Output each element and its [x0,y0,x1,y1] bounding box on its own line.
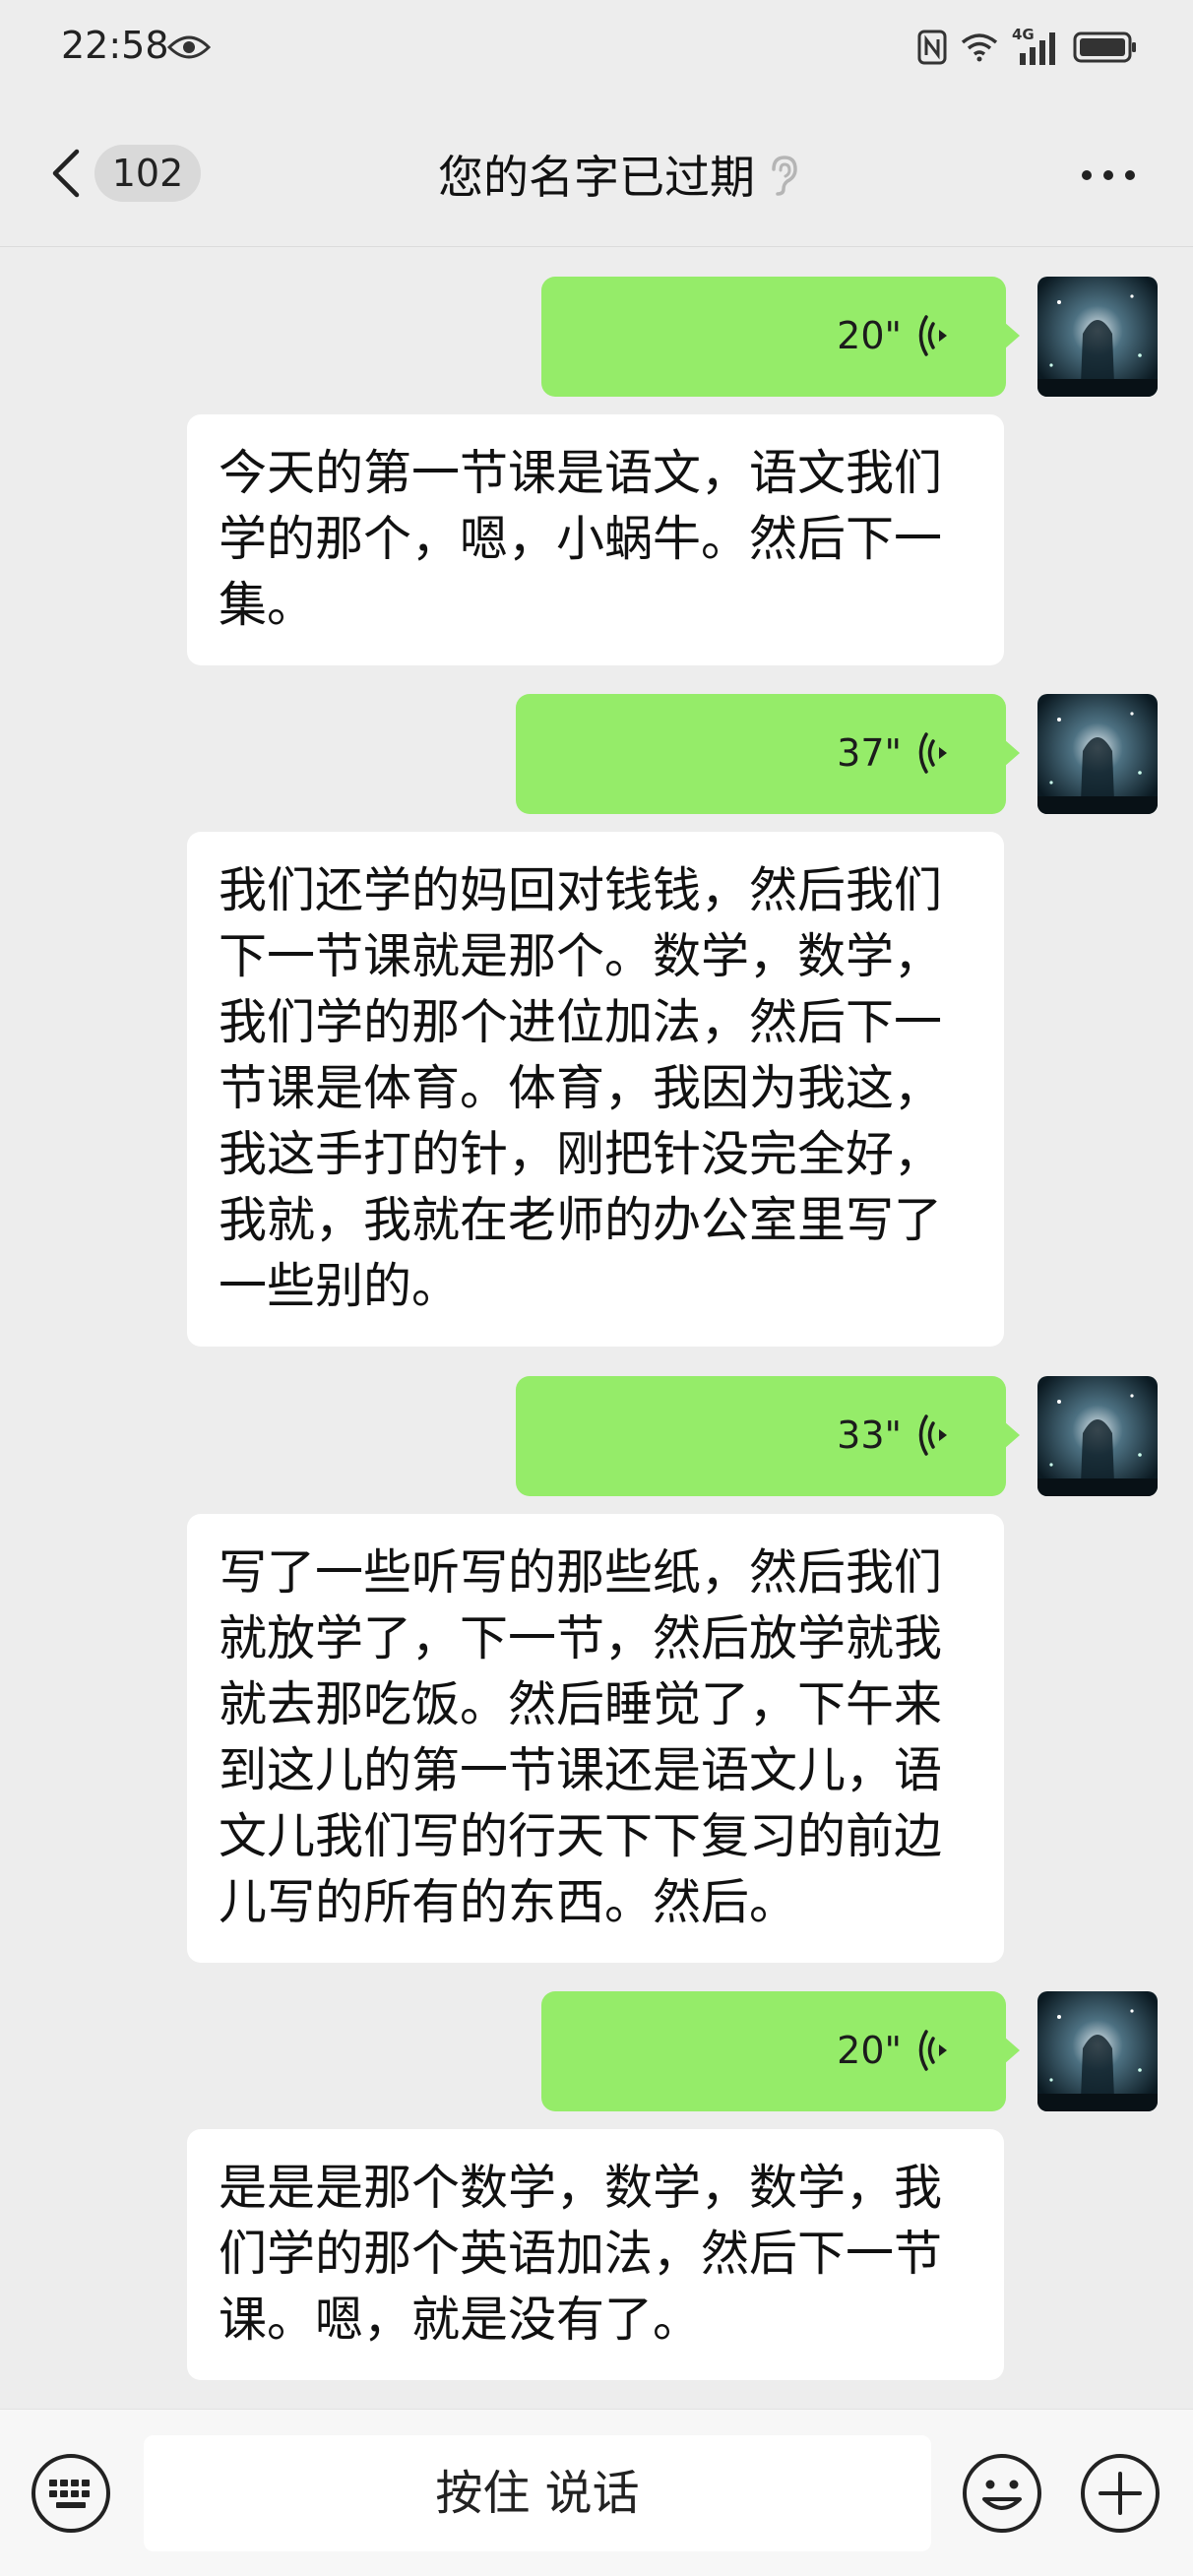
voice-wave-icon [918,1414,947,1456]
chat-header: 102 您的名字已过期 [0,98,1193,247]
voice-message[interactable]: 37" [516,694,1020,814]
voice-message[interactable]: 33" [516,1376,1020,1496]
voice-duration: 37" [837,731,902,775]
chat-title: 您的名字已过期 [438,151,755,204]
input-bar: 按住 说话 [0,2409,1193,2576]
voice-duration: 33" [837,1414,902,1457]
voice-wave-icon [918,2030,947,2071]
voice-wave-icon [918,315,947,356]
keyboard-icon[interactable] [30,2452,112,2535]
avatar[interactable] [1037,694,1158,814]
status-time: 22:58 [61,24,169,67]
ear-icon [772,156,797,196]
voice-message[interactable]: 20" [541,277,1020,397]
signal-icon: 4G [1012,26,1059,67]
avatar[interactable] [1037,1991,1158,2111]
plus-icon[interactable] [1079,2452,1162,2535]
voice-transcript[interactable]: 是是是那个数学，数学，数学，我们学的那个英语加法，然后下一节课。嗯，就是没有了。 [187,2129,1004,2380]
avatar[interactable] [1037,277,1158,397]
voice-duration: 20" [837,2029,902,2072]
system-icons: 4G [917,26,1138,69]
hold-to-talk-button[interactable]: 按住 说话 [144,2435,931,2551]
avatar[interactable] [1037,1376,1158,1496]
battery-icon [1073,31,1136,63]
voice-message[interactable]: 20" [541,1991,1020,2111]
more-icon[interactable] [1081,169,1136,181]
voice-duration: 20" [837,314,902,357]
voice-transcript[interactable]: 今天的第一节课是语文，语文我们学的那个，嗯，小蜗牛。然后下一集。 [187,414,1004,665]
eye-icon [167,35,211,59]
emoji-icon[interactable] [961,2452,1043,2535]
voice-wave-icon [918,732,947,774]
wifi-icon [961,33,998,62]
voice-transcript[interactable]: 我们还学的妈回对钱钱，然后我们下一节课就是那个。数学，数学，我们学的那个进位加法… [187,832,1004,1347]
status-bar: 22:58 4G [0,0,1193,98]
voice-transcript[interactable]: 写了一些听写的那些纸，然后我们就放学了，下一节，然后放学就我就去那吃饭。然后睡觉… [187,1514,1004,1963]
chat-messages[interactable]: 20" 今天的第一节课是语文，语文我们学的那个，嗯，小蜗牛。然后下一集。 37"… [0,247,1193,2409]
nfc-icon [917,30,947,65]
